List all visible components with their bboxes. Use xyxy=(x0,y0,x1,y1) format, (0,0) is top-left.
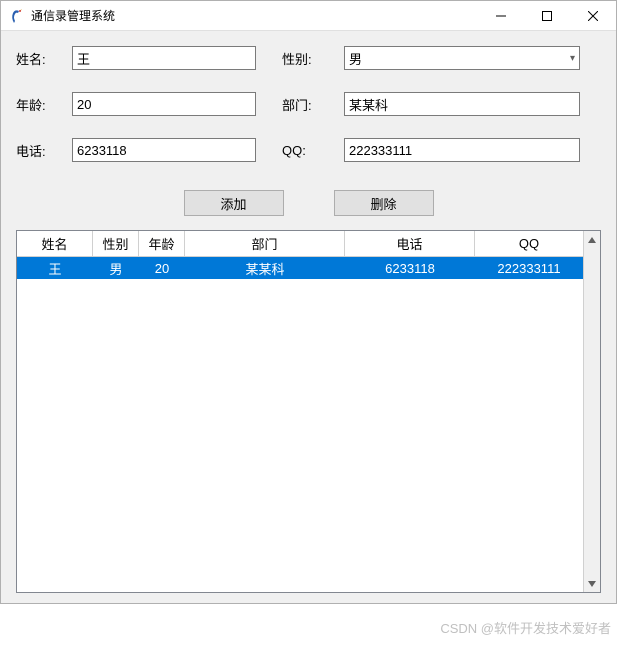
watermark: CSDN @软件开发技术爱好者 xyxy=(440,618,611,637)
phone-label: 电话: xyxy=(16,141,64,160)
age-label: 年龄: xyxy=(16,95,64,114)
scroll-down-icon[interactable] xyxy=(584,575,600,592)
window-frame: 通信录管理系统 姓名: 性别: 男 ▾ 年龄: 部门: 电话: QQ: xyxy=(0,0,617,604)
phone-input[interactable] xyxy=(72,138,256,162)
button-row: 添加 删除 xyxy=(16,190,601,216)
qq-label: QQ: xyxy=(282,143,336,158)
th-dept[interactable]: 部门 xyxy=(185,231,345,256)
td-dept: 某某科 xyxy=(185,257,345,279)
form-row-2: 年龄: 部门: xyxy=(16,92,601,116)
titlebar[interactable]: 通信录管理系统 xyxy=(1,1,616,31)
table-row[interactable]: 王 男 20 某某科 6233118 222333111 xyxy=(17,257,583,279)
td-phone: 6233118 xyxy=(345,257,475,279)
maximize-button[interactable] xyxy=(524,1,570,30)
gender-select[interactable]: 男 ▾ xyxy=(344,46,580,70)
age-input[interactable] xyxy=(72,92,256,116)
td-qq: 222333111 xyxy=(475,257,583,279)
th-age[interactable]: 年龄 xyxy=(139,231,185,256)
th-name[interactable]: 姓名 xyxy=(17,231,93,256)
add-button-label: 添加 xyxy=(220,194,246,213)
th-qq[interactable]: QQ xyxy=(475,231,583,256)
close-button[interactable] xyxy=(570,1,616,30)
window-controls xyxy=(478,1,616,30)
window-title: 通信录管理系统 xyxy=(31,7,478,24)
delete-button[interactable]: 删除 xyxy=(334,190,434,216)
dept-input[interactable] xyxy=(344,92,580,116)
th-phone[interactable]: 电话 xyxy=(345,231,475,256)
td-name: 王 xyxy=(17,257,93,279)
table-body[interactable]: 王 男 20 某某科 6233118 222333111 xyxy=(17,257,583,592)
th-gender[interactable]: 性别 xyxy=(93,231,139,256)
table-header: 姓名 性别 年龄 部门 电话 QQ xyxy=(17,231,583,257)
vertical-scrollbar[interactable] xyxy=(583,231,600,592)
add-button[interactable]: 添加 xyxy=(184,190,284,216)
td-age: 20 xyxy=(139,257,185,279)
chevron-down-icon: ▾ xyxy=(570,53,575,64)
client-area: 姓名: 性别: 男 ▾ 年龄: 部门: 电话: QQ: 添加 删除 xyxy=(1,31,616,603)
form-row-3: 电话: QQ: xyxy=(16,138,601,162)
app-icon xyxy=(9,8,25,24)
gender-label: 性别: xyxy=(282,49,336,68)
name-label: 姓名: xyxy=(16,49,64,68)
dept-label: 部门: xyxy=(282,95,336,114)
name-input[interactable] xyxy=(72,46,256,70)
gender-value: 男 xyxy=(349,49,362,68)
td-gender: 男 xyxy=(93,257,139,279)
minimize-button[interactable] xyxy=(478,1,524,30)
form-row-1: 姓名: 性别: 男 ▾ xyxy=(16,46,601,70)
table-container: 姓名 性别 年龄 部门 电话 QQ 王 男 20 某某科 6233118 222… xyxy=(16,230,601,593)
table-main: 姓名 性别 年龄 部门 电话 QQ 王 男 20 某某科 6233118 222… xyxy=(17,231,583,592)
qq-input[interactable] xyxy=(344,138,580,162)
delete-button-label: 删除 xyxy=(370,194,396,213)
scroll-up-icon[interactable] xyxy=(584,231,600,248)
